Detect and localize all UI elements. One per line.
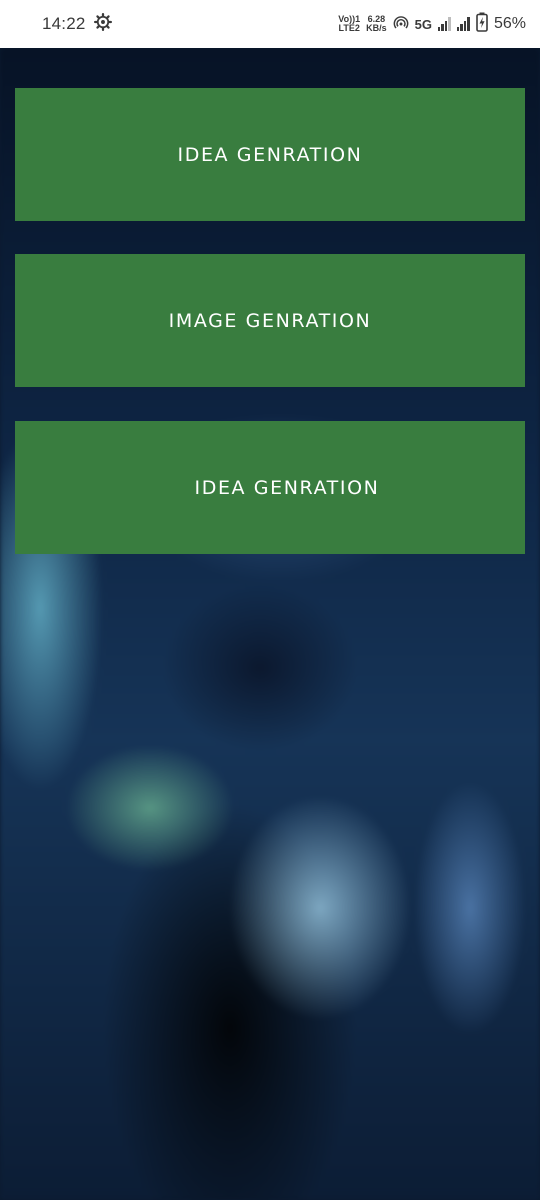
image-generation-label: IMAGE GENRATION <box>168 309 372 332</box>
status-bar-left: 14:22 <box>42 12 112 36</box>
status-time: 14:22 <box>42 14 86 33</box>
status-bar-right: Vo))1 LTE2 6.28 KB/s 5G 56% <box>338 12 526 37</box>
idea-generation-button[interactable]: IDEA GENRATION <box>15 88 525 221</box>
idea-generation-label: IDEA GENRATION <box>177 143 363 166</box>
network-speed: 6.28 KB/s <box>366 15 387 33</box>
battery-charging-icon <box>476 12 488 37</box>
network-type: 5G <box>414 16 432 32</box>
network-speed-unit: KB/s <box>366 23 387 33</box>
idea-generation-label-2: IDEA GENRATION <box>194 476 380 499</box>
signal-strength-icon-sim2 <box>456 17 470 31</box>
battery-percent: 56% <box>493 15 526 32</box>
idea-generation-button-2[interactable]: IDEA GENRATION <box>15 421 525 554</box>
status-bar: 14:22 Vo))1 LTE2 6.28 KB/s 5G 56% <box>0 0 540 48</box>
volte-indicator: Vo))1 LTE2 <box>338 15 360 33</box>
gear-icon <box>93 12 112 36</box>
hotspot-icon <box>393 14 409 35</box>
image-generation-button[interactable]: IMAGE GENRATION <box>15 254 525 387</box>
volte-line2: LTE2 <box>338 23 360 33</box>
signal-strength-icon-sim1 <box>437 17 451 31</box>
